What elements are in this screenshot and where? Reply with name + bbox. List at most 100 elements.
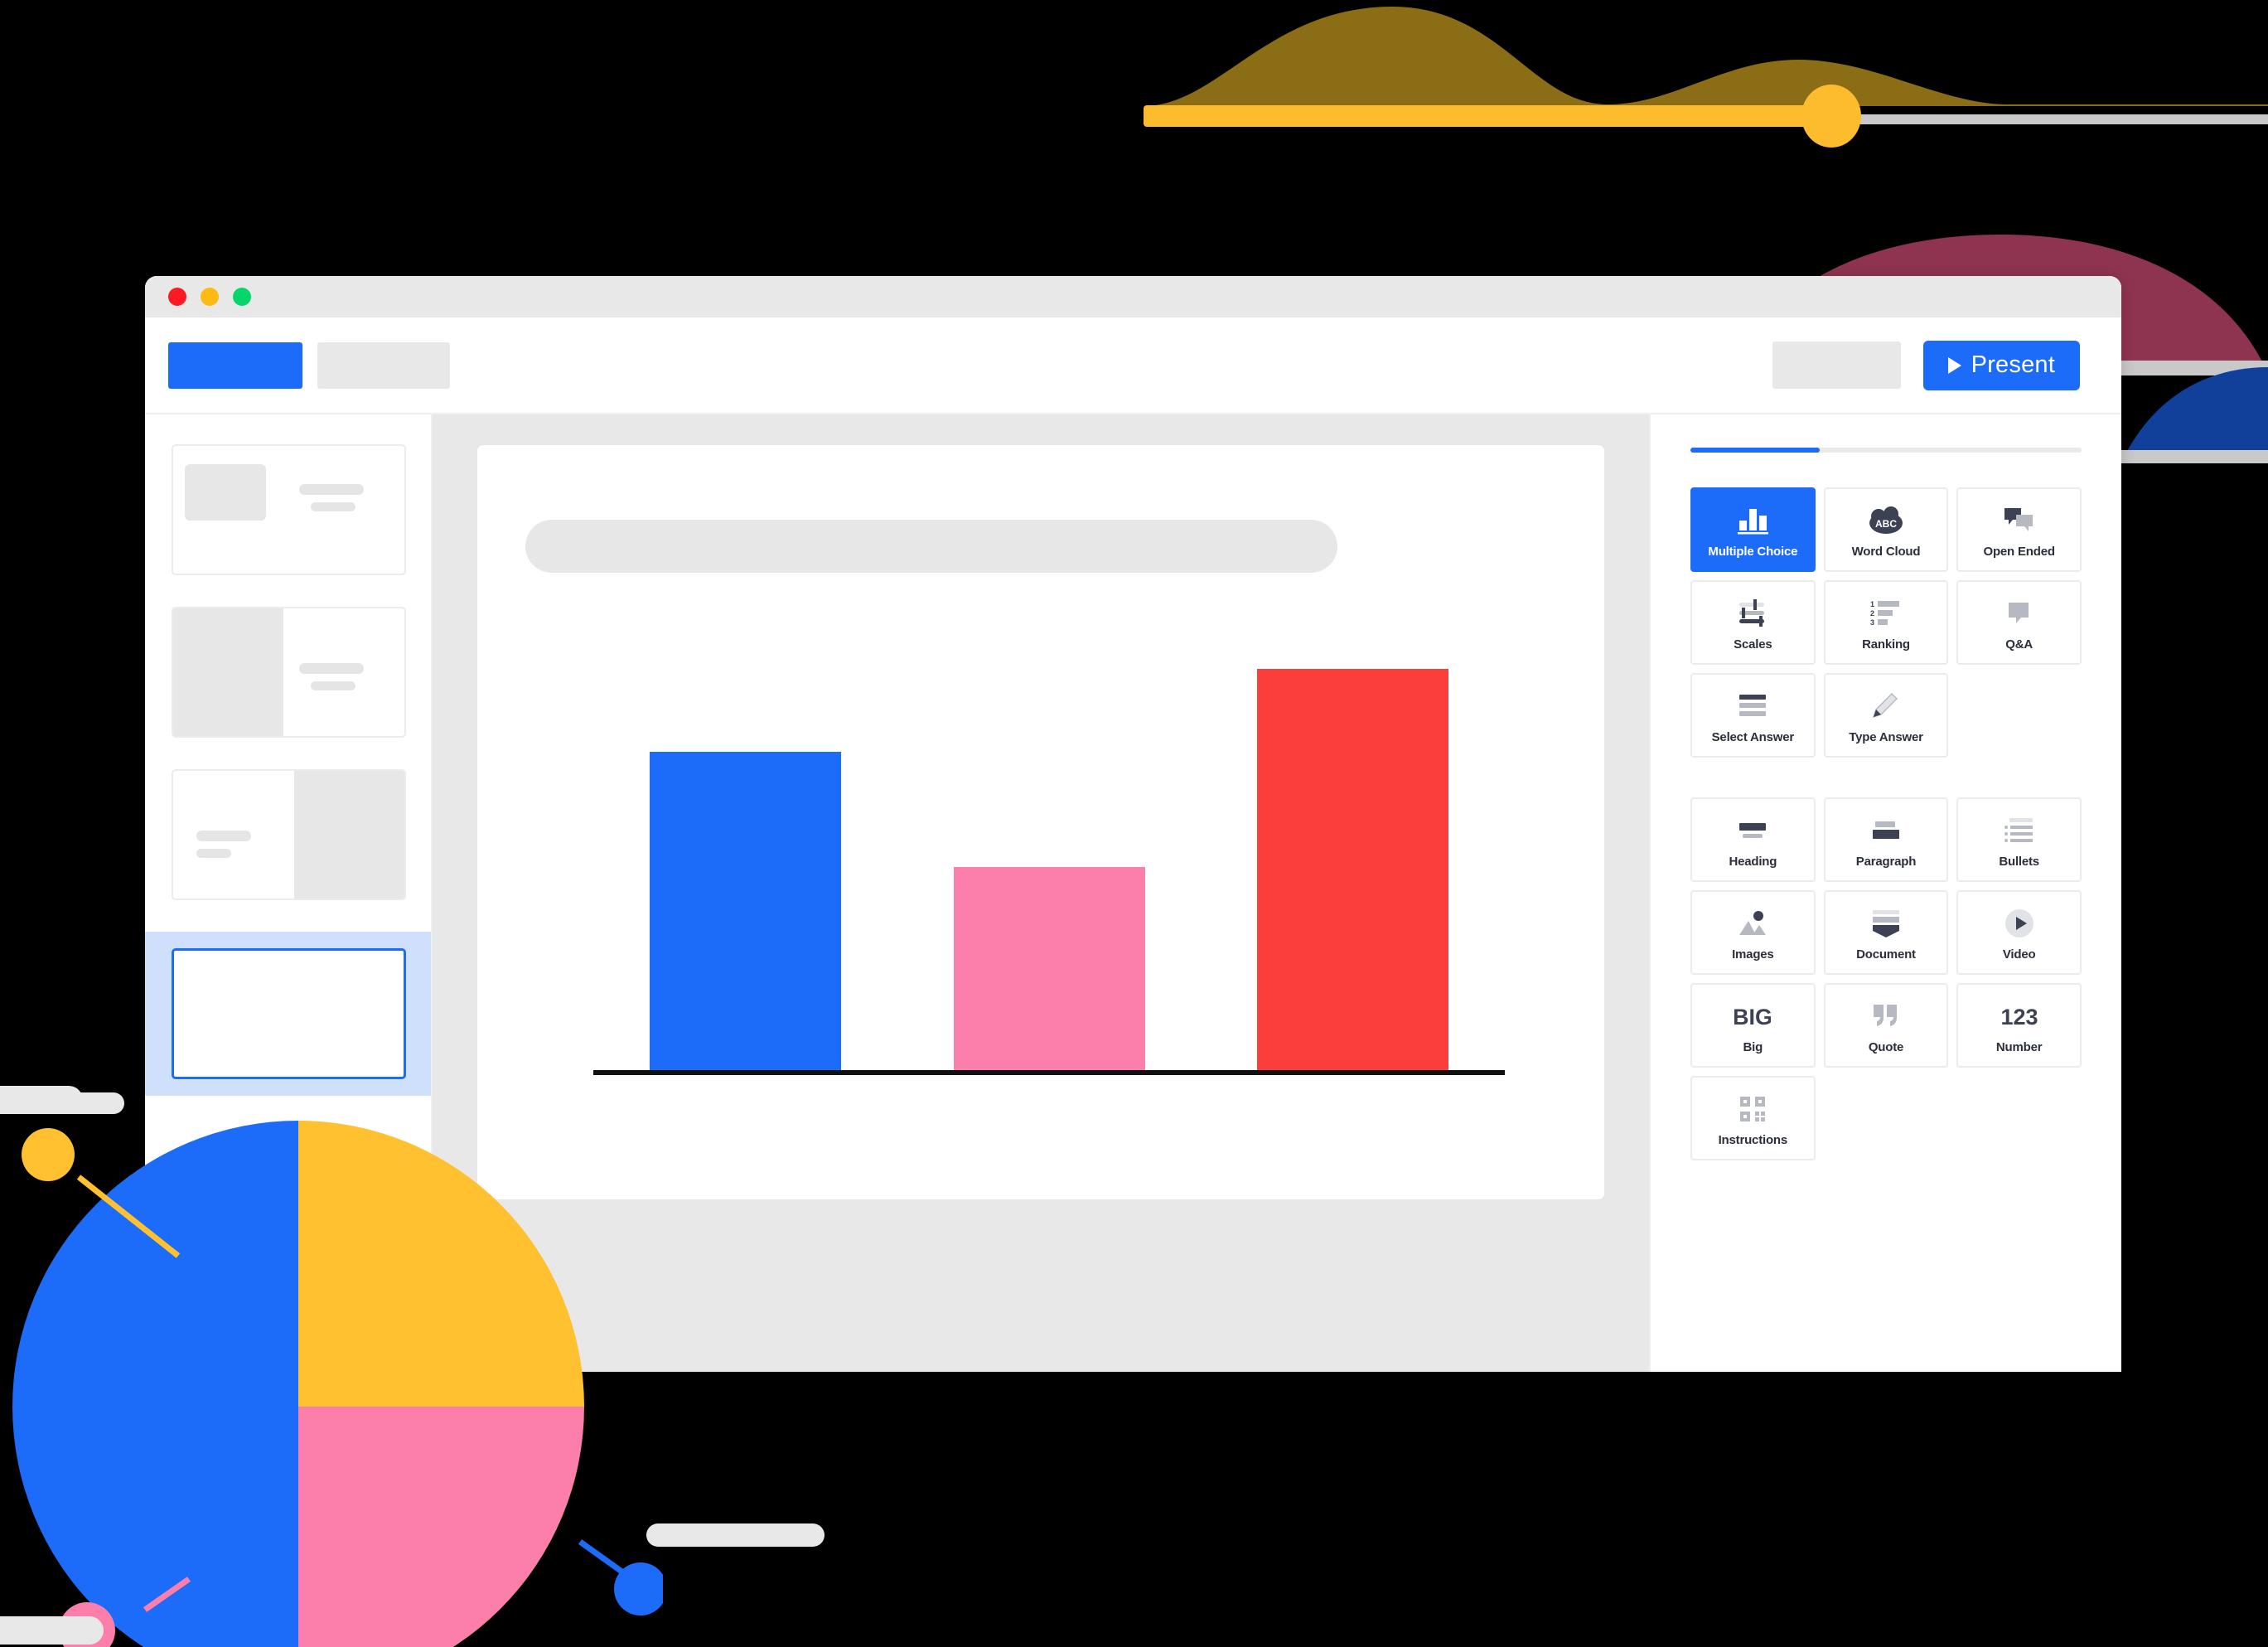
slide-thumbnail-row-selected[interactable] xyxy=(145,932,431,1096)
window-body: Multiple Choice ABC Word Cloud Open Ended Sc… xyxy=(145,414,2121,1372)
card-number[interactable]: 123 Number xyxy=(1956,983,2082,1068)
minimize-icon[interactable] xyxy=(201,288,219,306)
close-icon[interactable] xyxy=(168,288,186,306)
slide-thumbnail-1[interactable] xyxy=(172,444,406,575)
slide-thumbnail-row[interactable] xyxy=(145,444,431,607)
toolbar-tabs xyxy=(168,342,450,389)
chart-bar xyxy=(1257,669,1449,1070)
big-text-icon: BIG xyxy=(1734,997,1771,1035)
tab-secondary[interactable] xyxy=(317,342,450,389)
quote-icon xyxy=(1872,997,1900,1035)
chart-bar xyxy=(649,751,841,1070)
pie-legend-dot-pink xyxy=(59,1602,115,1647)
number-icon: 123 xyxy=(2001,997,2038,1035)
card-ranking[interactable]: 1 2 3 Ranking xyxy=(1823,580,1949,665)
slide-canvas[interactable] xyxy=(477,445,1604,1199)
panel-group-divider xyxy=(1690,758,2082,797)
svg-text:2: 2 xyxy=(1870,609,1874,618)
card-scales[interactable]: Scales xyxy=(1690,580,1816,665)
card-instructions[interactable]: Instructions xyxy=(1690,1076,1816,1160)
slide-thumbnail-row[interactable] xyxy=(145,769,431,932)
pie-legend-dot-blue xyxy=(614,1562,663,1616)
card-label: Bullets xyxy=(1999,854,2039,869)
app-toolbar: Present xyxy=(145,317,2121,414)
card-label: Number xyxy=(1995,1039,2043,1054)
slide-thumbnail-3[interactable] xyxy=(172,769,406,900)
abc-cloud-icon: ABC xyxy=(1868,501,1904,540)
card-label: Q&A xyxy=(2005,637,2033,652)
card-big[interactable]: BIG Big xyxy=(1690,983,1816,1068)
slider-graph-decoration xyxy=(1144,7,2268,148)
slides-sidebar[interactable] xyxy=(145,414,433,1372)
card-multiple-choice[interactable]: Multiple Choice xyxy=(1690,487,1816,572)
slide-thumbnail-4[interactable] xyxy=(172,948,406,1079)
pie-legend-dot-yellow xyxy=(22,1128,75,1181)
thumb-text-line xyxy=(196,849,231,858)
card-label: Multiple Choice xyxy=(1708,544,1798,559)
svg-text:3: 3 xyxy=(1870,618,1874,627)
card-q-a[interactable]: Q&A xyxy=(1956,580,2082,665)
slide-canvas-workspace xyxy=(433,414,1649,1372)
card-label: Document xyxy=(1856,947,1916,962)
navy-dome-decoration xyxy=(2121,367,2268,463)
bar-chart xyxy=(593,636,1505,1075)
ghost-field[interactable] xyxy=(1772,342,1901,389)
card-open-ended[interactable]: Open Ended xyxy=(1956,487,2082,572)
card-type-answer[interactable]: Type Answer xyxy=(1823,673,1949,758)
image-icon xyxy=(1738,904,1767,942)
slide-thumbnail-2[interactable] xyxy=(172,607,406,738)
pie-legend-pill xyxy=(0,1616,104,1645)
app-window: Present Multiple Choice ABC Word Cloud O… xyxy=(145,276,2121,1372)
thumb-text-line xyxy=(311,502,355,511)
chart-baseline xyxy=(593,1070,1505,1075)
elements-panel: Multiple Choice ABC Word Cloud Open Ended Sc… xyxy=(1649,414,2121,1372)
thumb-text-line xyxy=(196,831,251,841)
card-label: Images xyxy=(1732,947,1774,962)
thumb-image-placeholder xyxy=(185,464,266,521)
play-circle-icon xyxy=(2004,904,2033,942)
thumb-text-line xyxy=(311,681,355,690)
question-type-grid: Multiple Choice ABC Word Cloud Open Ended Sc… xyxy=(1690,487,2082,758)
thumb-image-placeholder xyxy=(294,771,404,899)
pencil-icon xyxy=(1872,687,1900,725)
card-heading[interactable]: Heading xyxy=(1690,797,1816,882)
thumb-text-line xyxy=(299,484,364,495)
card-document[interactable]: Document xyxy=(1823,890,1949,975)
select-list-icon xyxy=(1738,687,1767,725)
card-label: Word Cloud xyxy=(1851,544,1921,559)
slide-thumbnail-row[interactable] xyxy=(145,607,431,769)
svg-text:BIG: BIG xyxy=(1734,1005,1771,1029)
tab-primary[interactable] xyxy=(168,342,302,389)
toolbar-actions: Present xyxy=(1772,340,2080,390)
card-word-cloud[interactable]: ABC Word Cloud xyxy=(1823,487,1949,572)
present-button[interactable]: Present xyxy=(1922,340,2080,390)
thumb-text-line xyxy=(299,663,364,674)
qr-code-icon xyxy=(1739,1090,1766,1128)
speech-bubbles-icon xyxy=(2003,501,2036,540)
card-video[interactable]: Video xyxy=(1956,890,2082,975)
pie-legend-callout xyxy=(646,1523,825,1547)
bar-chart-icon xyxy=(1737,501,1768,540)
thumb-image-placeholder xyxy=(173,608,283,736)
card-label: Quote xyxy=(1868,1039,1904,1054)
panel-tab-active-bar xyxy=(1690,448,1820,453)
card-bullets[interactable]: Bullets xyxy=(1956,797,2082,882)
maximize-icon[interactable] xyxy=(233,288,251,306)
svg-text:ABC: ABC xyxy=(1875,518,1897,530)
card-quote[interactable]: Quote xyxy=(1823,983,1949,1068)
pie-slice xyxy=(298,1407,584,1647)
panel-tab-indicator[interactable] xyxy=(1690,448,2082,453)
window-titlebar xyxy=(145,276,2121,317)
sliders-icon xyxy=(1738,594,1767,632)
card-label: Big xyxy=(1743,1039,1763,1054)
question-title-placeholder[interactable] xyxy=(525,520,1337,573)
play-icon xyxy=(1947,356,1961,374)
card-paragraph[interactable]: Paragraph xyxy=(1823,797,1949,882)
card-label: Scales xyxy=(1734,637,1772,652)
speech-bubble-icon xyxy=(2007,594,2032,632)
card-label: Video xyxy=(2002,947,2036,962)
present-button-label: Present xyxy=(1971,351,2055,378)
card-label: Select Answer xyxy=(1711,729,1795,744)
card-images[interactable]: Images xyxy=(1690,890,1816,975)
card-select-answer[interactable]: Select Answer xyxy=(1690,673,1816,758)
